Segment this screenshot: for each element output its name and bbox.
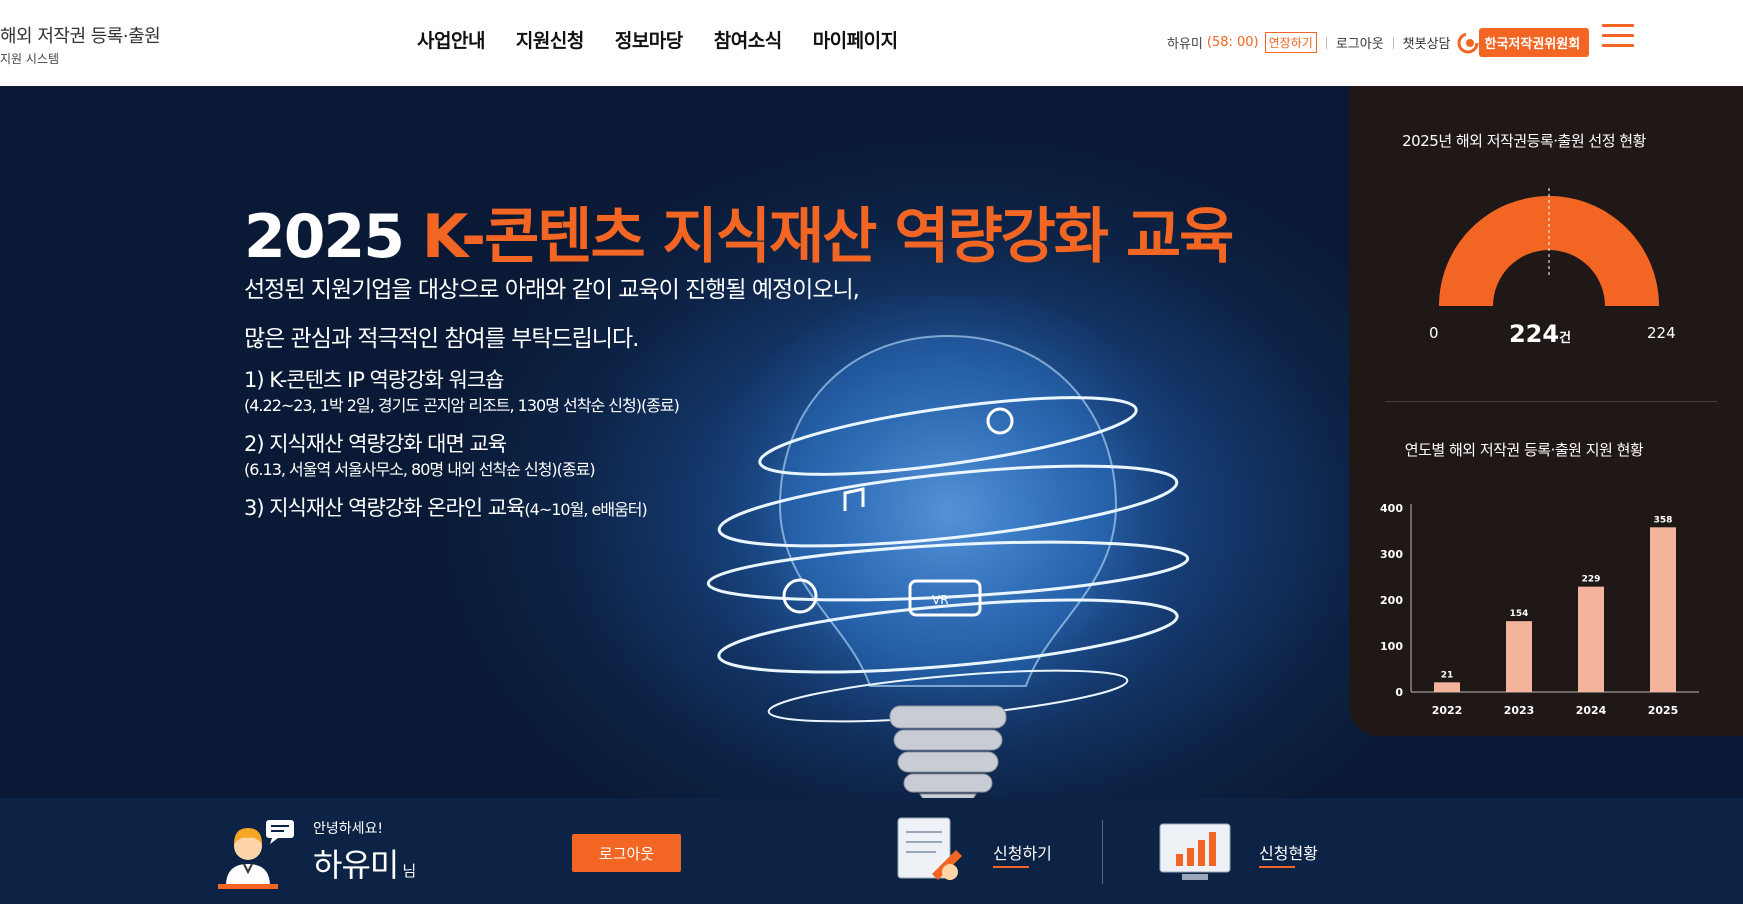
hero-desc-line: 많은 관심과 적극적인 참여를 부탁드립니다. [244,326,639,352]
svg-text:VR: VR [932,593,949,607]
gauge-value-number: 224 [1508,320,1560,348]
program-item-main: 3) 지식재산 역량강화 온라인 교육 [244,496,525,520]
selection-gauge [1439,188,1659,306]
user-avatar-icon [218,820,294,889]
x-tick-label: 2022 [1432,704,1463,716]
program-item: 1) K-콘텐츠 IP 역량강화 워크숍 [244,368,504,392]
bar [1650,527,1676,692]
chatbot-link[interactable]: 챗봇상담 [1403,33,1451,52]
quick-apply-underline [993,866,1029,868]
y-tick-label: 400 [1380,502,1403,515]
hero-title-year: 2025 [244,202,405,272]
site-header: 해외 저작권 등록·출원 지원 시스템 사업안내 지원신청 정보마당 참여소식 … [0,0,1743,86]
gauge-title: 2025년 해외 저작권등록·출원 선정 현황 [1402,132,1646,150]
bar-value-label: 229 [1582,575,1601,585]
quick-apply-link[interactable]: 신청하기 [993,840,1052,864]
y-tick-label: 200 [1380,594,1403,607]
y-tick-label: 300 [1380,548,1403,561]
logo-main-text: 해외 저작권 등록·출원 [0,26,161,47]
bar [1506,621,1532,692]
site-logo[interactable]: 해외 저작권 등록·출원 지원 시스템 [0,22,161,67]
welcome-honorific: 님 [402,862,416,880]
util-divider [1325,36,1327,49]
nav-item-business-info[interactable]: 사업안내 [417,26,485,53]
x-tick-label: 2025 [1648,704,1679,716]
logout-button[interactable]: 로그아웃 [572,834,681,872]
bar-value-label: 21 [1441,670,1454,680]
greeting-text: 안녕하세요! [313,821,384,837]
nav-item-apply[interactable]: 지원신청 [516,26,584,53]
util-divider [1392,36,1394,49]
program-item: 2) 지식재산 역량강화 대면 교육 [244,432,507,456]
panel-divider [1385,401,1717,402]
welcome-user-name: 하유미 [313,846,399,884]
hero-title-accent: K-콘텐츠 지식재산 역량강화 교육 [421,202,1234,272]
org-label: 한국저작권위원회 [1484,37,1581,52]
hero-program-list: 1) K-콘텐츠 IP 역량강화 워크숍 (4.22~23, 1박 2일, 경기… [244,365,680,525]
bar [1434,682,1460,692]
gauge-max-label: 224 [1647,324,1676,342]
gauge-value: 224건 [1495,320,1585,348]
bar [1578,586,1604,692]
program-item-suffix: (4~10월, e배움터) [524,500,647,519]
program-item-detail: (6.13, 서울역 서울사무소, 80명 내외 선착순 신청)(종료) [244,460,596,479]
y-tick-label: 0 [1395,686,1403,699]
x-tick-label: 2024 [1576,704,1607,716]
bar-value-label: 154 [1510,609,1529,619]
program-item: 3) 지식재산 역량강화 온라인 교육(4~10월, e배움터) [244,493,679,525]
hamburger-menu-icon[interactable] [1602,24,1634,48]
nav-item-info[interactable]: 정보마당 [615,26,683,53]
gauge-value-unit: 건 [1559,331,1572,346]
utility-menu: 하유미 (58: 00) 연장하기 로그아웃 챗봇상담 한국저작권위원회 [1167,28,1590,57]
status-panel: 2025년 해외 저작권등록·출원 선정 현황 0 224건 224 연도별 해… [1349,86,1743,736]
program-item-detail: (4.22~23, 1박 2일, 경기도 곤지암 리조트, 130명 선착순 신… [244,396,680,415]
logout-link[interactable]: 로그아웃 [1336,33,1384,52]
chatbot-icon[interactable] [1457,32,1479,54]
logo-sub-text: 지원 시스템 [0,52,60,66]
y-tick-label: 100 [1380,640,1403,653]
nav-item-news[interactable]: 참여소식 [714,26,782,53]
session-timer: (58: 00) [1206,35,1259,50]
yearly-support-bar-chart: 0 100 200 300 400 21 2022 154 2023 229 2024 358 2025 [1380,502,1699,716]
quick-status-underline [1259,866,1295,868]
x-tick-label: 2023 [1504,704,1535,716]
org-link-button[interactable]: 한국저작권위원회 [1478,28,1590,57]
application-status-chart-icon[interactable] [1158,822,1232,884]
quick-status-link[interactable]: 신청현황 [1259,840,1318,864]
hero-desc-line: 선정된 지원기업을 대상으로 아래와 같이 교육이 진행될 예정이오니, [244,277,860,303]
welcome-user: 하유미 님 [313,840,416,886]
lightbulb-illustration: VR [700,296,1198,798]
hero-title: 2025 K-콘텐츠 지식재산 역량강화 교육 [244,188,1234,275]
gauge-min-label: 0 [1429,324,1439,342]
main-nav: 사업안내 지원신청 정보마당 참여소식 마이페이지 [417,26,898,53]
extend-session-button[interactable]: 연장하기 [1264,32,1317,53]
quick-divider [1102,820,1103,884]
nav-item-mypage[interactable]: 마이페이지 [813,26,898,53]
hero-description: 선정된 지원기업을 대상으로 아래와 같이 교육이 진행될 예정이오니, 많은 … [244,266,860,364]
user-name: 하유미 [1167,37,1203,52]
bar-value-label: 358 [1654,515,1673,525]
apply-document-icon[interactable] [892,814,972,888]
bottom-quick-bar: 안녕하세요! 하유미 님 로그아웃 신청하기 신청현황 [0,798,1743,904]
